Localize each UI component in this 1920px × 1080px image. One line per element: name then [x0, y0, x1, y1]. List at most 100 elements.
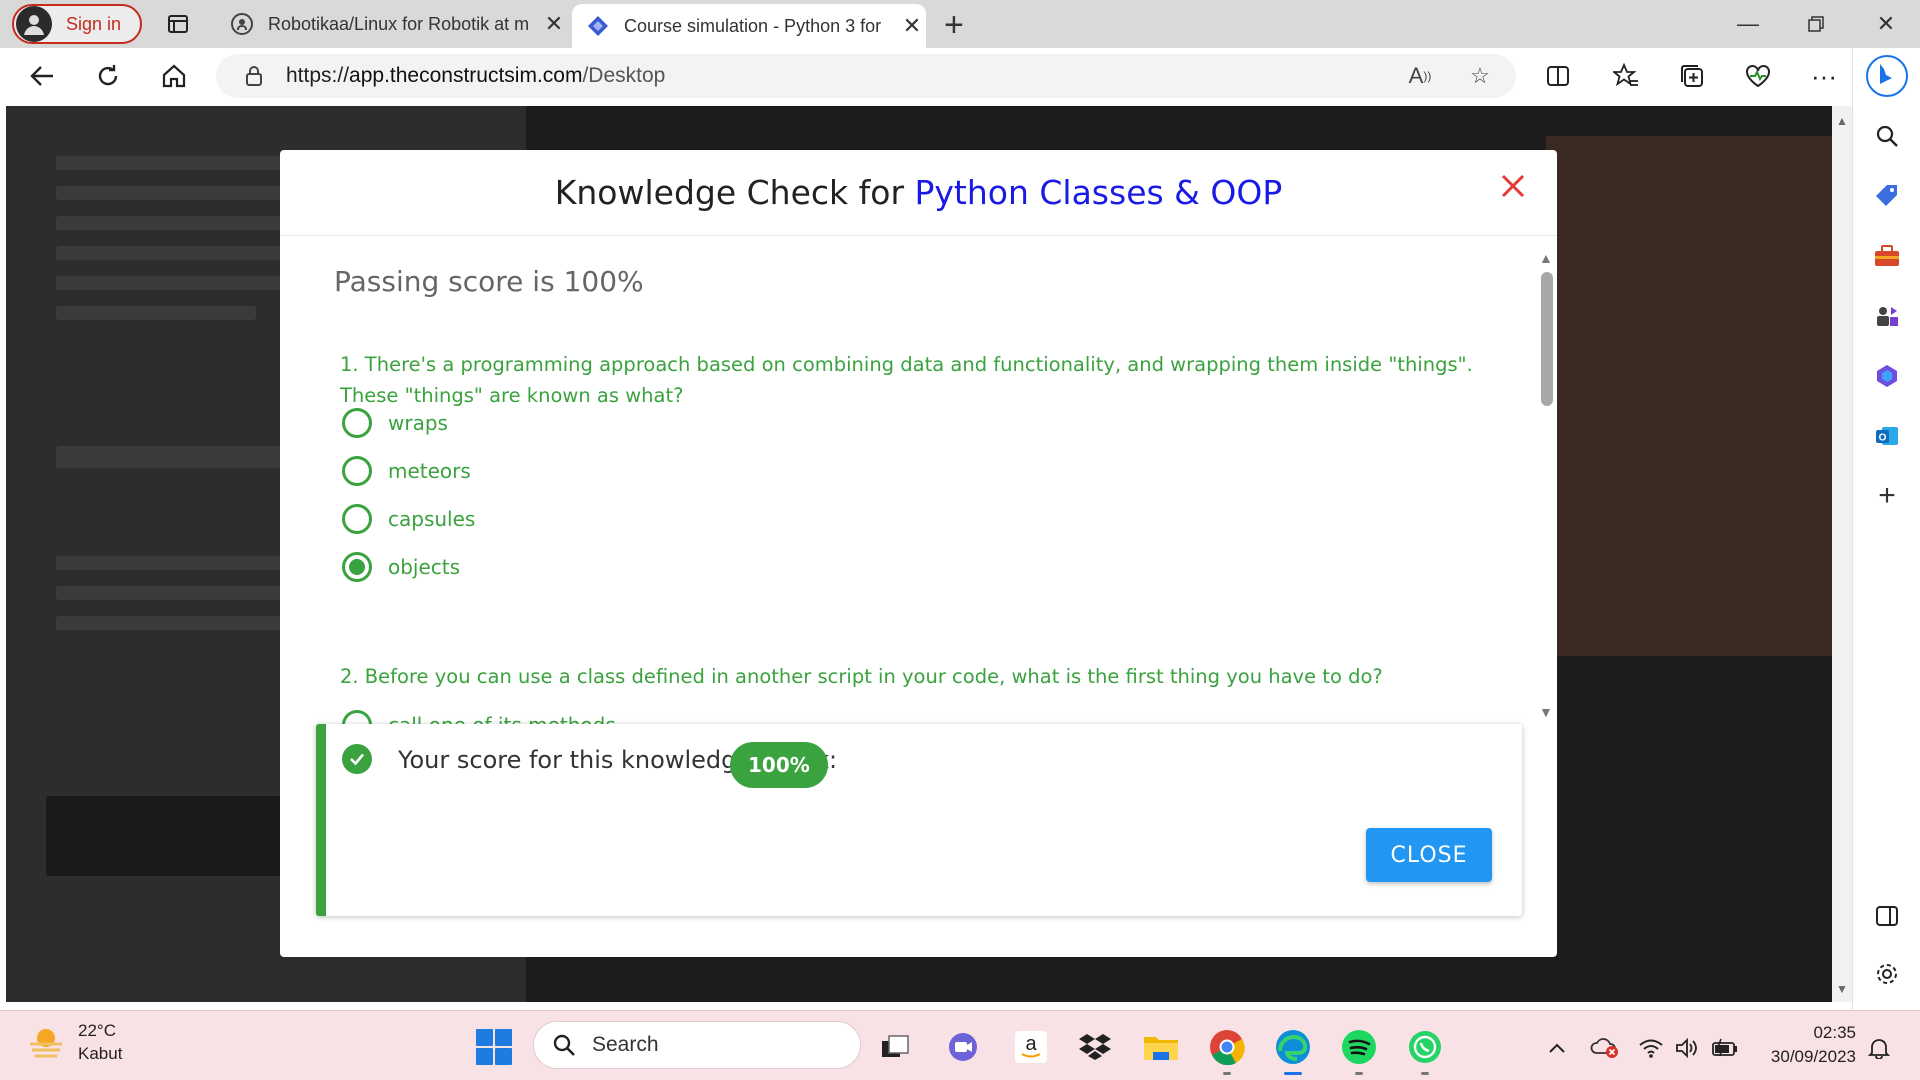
scroll-up-arrow-icon[interactable]: ▲	[1836, 114, 1848, 128]
lock-icon[interactable]	[244, 65, 266, 87]
radio-button[interactable]	[342, 456, 372, 486]
hide-sidebar-icon[interactable]	[1869, 898, 1905, 934]
modal-scrollbar[interactable]: ▲ ▼	[1538, 250, 1556, 720]
collections-icon[interactable]	[1674, 58, 1710, 94]
restore-icon[interactable]	[1796, 8, 1836, 40]
placeholder-text-line	[56, 186, 316, 200]
wifi-icon[interactable]	[1636, 1033, 1666, 1063]
profile-avatar-icon	[16, 6, 52, 42]
svg-text:a: a	[1025, 1033, 1037, 1055]
weather-fog-icon	[26, 1022, 66, 1062]
weather-widget[interactable]: 22°C Kabut	[26, 1019, 122, 1065]
task-view-icon[interactable]	[874, 1026, 916, 1068]
question-1-option-meteors[interactable]: meteors	[342, 453, 471, 489]
radio-button-selected[interactable]	[342, 552, 372, 582]
weather-temp: 22°C	[78, 1021, 116, 1040]
amazon-icon[interactable]: a	[1010, 1026, 1052, 1068]
close-button[interactable]: CLOSE	[1366, 828, 1492, 882]
spotify-icon[interactable]	[1338, 1026, 1380, 1075]
home-icon[interactable]	[156, 58, 192, 94]
placeholder-text-line	[56, 586, 306, 600]
tab-actions-icon[interactable]	[164, 10, 192, 38]
edge-sidebar: O +	[1852, 48, 1920, 1010]
tools-briefcase-icon[interactable]	[1869, 238, 1905, 274]
window-close-icon[interactable]: ✕	[1866, 8, 1906, 40]
browser-toolbar: https://app.theconstructsim.com/Desktop …	[0, 48, 1920, 104]
read-aloud-icon[interactable]: A))	[1404, 62, 1436, 90]
radio-button[interactable]	[342, 504, 372, 534]
shopping-tag-icon[interactable]	[1869, 178, 1905, 214]
windows-taskbar: 22°C Kabut Search a 02:35 30/09/2023	[0, 1010, 1920, 1080]
battery-charging-icon[interactable]	[1710, 1033, 1740, 1063]
tab-close-icon[interactable]: ✕	[540, 11, 568, 37]
option-label: wraps	[388, 411, 448, 435]
passing-score-text: Passing score is 100%	[334, 265, 644, 298]
bing-copilot-icon[interactable]	[1863, 52, 1911, 100]
tab-close-icon[interactable]: ✕	[898, 13, 926, 39]
new-tab-icon[interactable]: +	[944, 6, 964, 45]
modal-header: Knowledge Check for Python Classes & OOP	[280, 150, 1557, 236]
system-clock[interactable]: 02:35 30/09/2023	[1752, 1021, 1856, 1069]
show-hidden-icons-chevron-icon[interactable]	[1542, 1033, 1572, 1063]
scroll-down-arrow-icon[interactable]: ▼	[1539, 704, 1553, 720]
outlook-icon[interactable]: O	[1869, 418, 1905, 454]
modal-title: Knowledge Check for Python Classes & OOP	[555, 173, 1283, 212]
question-1-option-wraps[interactable]: wraps	[342, 405, 448, 441]
windows-start-icon[interactable]	[476, 1029, 512, 1065]
page-scrollbar[interactable]: ▲ ▼	[1832, 106, 1852, 1002]
microsoft365-icon[interactable]	[1869, 358, 1905, 394]
scrollbar-thumb[interactable]	[1541, 272, 1553, 406]
url-path: /Desktop	[582, 64, 666, 87]
onedrive-offline-icon[interactable]	[1590, 1033, 1620, 1063]
modal-close-icon[interactable]	[1495, 168, 1531, 204]
back-icon[interactable]	[24, 58, 60, 94]
scroll-down-arrow-icon[interactable]: ▼	[1836, 982, 1848, 996]
radio-button[interactable]	[342, 408, 372, 438]
clock-date: 30/09/2023	[1770, 1047, 1856, 1066]
option-label: objects	[388, 555, 461, 579]
refresh-icon[interactable]	[90, 58, 126, 94]
placeholder-heading-line	[56, 446, 306, 468]
url-scheme: https://	[286, 64, 350, 87]
running-indicator	[1355, 1072, 1363, 1075]
running-indicator	[1421, 1072, 1429, 1075]
simulation-panel	[1546, 136, 1832, 656]
placeholder-text-line	[56, 276, 316, 290]
scroll-up-arrow-icon[interactable]: ▲	[1539, 250, 1553, 266]
search-icon[interactable]	[1869, 118, 1905, 154]
browser-tab-strip: Sign in Robotikaa/Linux for Robotik at m…	[0, 0, 1920, 48]
favorite-star-icon[interactable]: ☆	[1464, 62, 1496, 90]
theconstruct-icon	[586, 14, 610, 38]
edge-icon[interactable]	[1272, 1026, 1314, 1075]
profile-sign-in-button[interactable]: Sign in	[12, 4, 142, 44]
radio-selected-dot	[349, 559, 365, 575]
address-bar[interactable]: https://app.theconstructsim.com/Desktop …	[216, 54, 1516, 98]
minimize-icon[interactable]: —	[1728, 8, 1768, 40]
tab-course-simulation[interactable]: Course simulation - Python 3 for ✕	[572, 4, 926, 48]
games-icon[interactable]	[1869, 298, 1905, 334]
chrome-icon[interactable]	[1206, 1026, 1248, 1075]
file-explorer-icon[interactable]	[1140, 1026, 1182, 1068]
question-1-option-objects[interactable]: objects	[342, 549, 460, 585]
placeholder-text-line	[56, 616, 306, 630]
settings-gear-icon[interactable]	[1869, 956, 1905, 992]
url-host: app.theconstructsim.com	[349, 64, 583, 87]
search-label: Search	[592, 1033, 659, 1056]
taskbar-search-box[interactable]: Search	[533, 1021, 861, 1069]
question-1-text: 1. There's a programming approach based …	[340, 353, 1473, 407]
teams-chat-icon[interactable]	[942, 1026, 984, 1068]
running-indicator	[1223, 1072, 1231, 1075]
knowledge-check-modal: Knowledge Check for Python Classes & OOP…	[280, 150, 1557, 957]
split-screen-icon[interactable]	[1540, 58, 1576, 94]
favorites-icon[interactable]	[1608, 58, 1644, 94]
volume-icon[interactable]	[1672, 1033, 1702, 1063]
question-1-option-capsules[interactable]: capsules	[342, 501, 475, 537]
url-text: https://app.theconstructsim.com/Desktop	[286, 64, 665, 88]
notification-bell-icon[interactable]	[1866, 1035, 1892, 1061]
tab-github[interactable]: Robotikaa/Linux for Robotik at m ✕	[216, 0, 568, 48]
performance-heart-icon[interactable]	[1740, 58, 1776, 94]
add-sidebar-app-icon[interactable]: +	[1869, 478, 1905, 514]
whatsapp-icon[interactable]	[1404, 1026, 1446, 1075]
more-options-icon[interactable]: ···	[1806, 58, 1842, 94]
dropbox-icon[interactable]	[1074, 1026, 1116, 1068]
